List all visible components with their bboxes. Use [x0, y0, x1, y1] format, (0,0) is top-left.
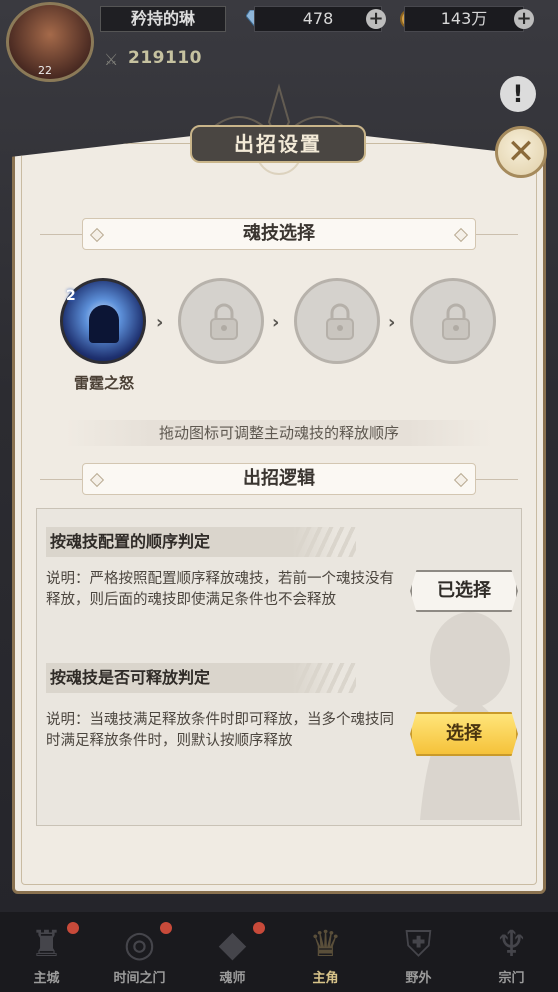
skill-section-header: 魂技选择 [82, 218, 476, 250]
nav-label: 宗门 [498, 971, 525, 986]
divider [476, 234, 518, 235]
option-description: 说明：当魂技满足释放条件时即可释放，当多个魂技同时满足释放条件时，则默认按顺序释… [46, 712, 394, 749]
notification-dot [67, 922, 79, 934]
sect-icon: ♆ [495, 924, 528, 965]
bottom-nav: ♜ 主城 ◎ 时间之门 ◆ 魂师 ♛ 主角 ⛨ 野外 ♆ 宗门 [0, 912, 558, 992]
arrow-right-icon: › [156, 312, 164, 333]
nav-label: 主城 [33, 971, 60, 986]
title-stripes [296, 527, 356, 557]
field-icon: ⛨ [404, 924, 432, 965]
nav-label: 魂师 [219, 971, 246, 986]
gold-count: 143万 [404, 6, 524, 32]
castle-icon: ♜ [30, 924, 63, 965]
logic-section-header: 出招逻辑 [82, 463, 476, 495]
divider [476, 479, 518, 480]
skill-slot-locked[interactable] [294, 278, 380, 364]
nav-label: 时间之门 [113, 971, 166, 986]
lock-icon [442, 303, 470, 340]
nav-label: 主角 [312, 971, 339, 986]
nav-soul-master[interactable]: ◆ 魂师 [186, 912, 279, 992]
arrow-right-icon: › [388, 312, 396, 333]
title-stripes [296, 663, 356, 693]
crossed-swords-icon: ⚔ [104, 50, 119, 69]
notification-dot [160, 922, 172, 934]
skill-slot-locked[interactable] [178, 278, 264, 364]
thunder-skill-icon [89, 305, 119, 343]
soul-master-icon: ◆ [218, 924, 247, 965]
dialog-title: 出招设置 [190, 125, 366, 163]
drag-hint: 拖动图标可调整主动魂技的释放顺序 [66, 420, 492, 446]
skill-level-badge: 2 [66, 288, 76, 304]
character-watermark [420, 612, 520, 820]
nav-sect[interactable]: ♆ 宗门 [465, 912, 558, 992]
skill-slot-locked[interactable] [410, 278, 496, 364]
add-gems-button[interactable]: + [366, 9, 386, 29]
divider [40, 234, 82, 235]
option-title: 按魂技配置的顺序判定 [46, 527, 336, 557]
gem-count: 478 [254, 6, 382, 32]
divider [40, 479, 82, 480]
nav-field[interactable]: ⛨ 野外 [372, 912, 465, 992]
nav-hero[interactable]: ♛ 主角 [279, 912, 372, 992]
lock-icon [210, 303, 238, 340]
select-button[interactable]: 选择 [410, 712, 518, 756]
combat-power: 219110 [128, 48, 202, 68]
nav-main-city[interactable]: ♜ 主城 [0, 912, 93, 992]
notification-dot [253, 922, 265, 934]
player-name: 矜持的琳 [100, 6, 226, 32]
skill-name: 雷霆之怒 [73, 374, 134, 392]
selected-button[interactable]: 已选择 [410, 570, 518, 612]
option-title: 按魂技是否可释放判定 [46, 663, 336, 693]
time-gate-icon: ◎ [123, 924, 156, 965]
hero-icon: ♛ [309, 924, 342, 965]
option-description: 说明：严格按照配置顺序释放魂技，若前一个魂技没有释放，则后面的魂技即使满足条件也… [46, 571, 394, 608]
add-gold-button[interactable]: + [514, 9, 534, 29]
close-button[interactable]: ✕ [495, 126, 547, 178]
arrow-right-icon: › [272, 312, 280, 333]
nav-label: 野外 [405, 971, 432, 986]
top-bar: 22 矜持的琳 478 + 143万 + ⚔ 219110 [0, 0, 558, 82]
nav-time-gate[interactable]: ◎ 时间之门 [93, 912, 186, 992]
lock-icon [326, 303, 354, 340]
alert-icon[interactable]: ! [500, 76, 536, 112]
avatar-level: 22 [38, 64, 52, 77]
